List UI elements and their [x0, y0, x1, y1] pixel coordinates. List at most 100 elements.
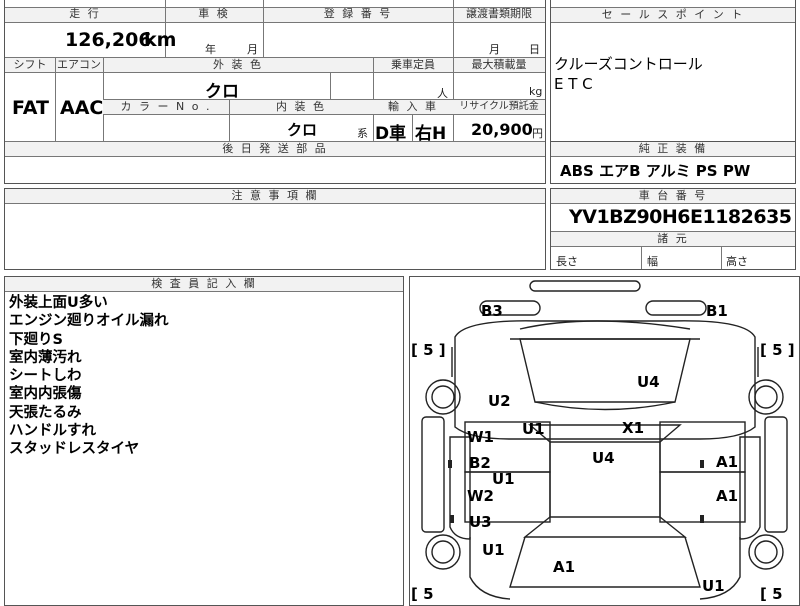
car-diagram: [ 5 ] [ 5 ] [ 5 [ 5 B3 B1 U4 U2 U1 X1 W1… — [411, 280, 795, 603]
tire-mark: [ 5 ] — [760, 341, 795, 359]
aircon-value: AAC — [60, 97, 104, 119]
damage-code: U1 — [492, 470, 515, 488]
aircon-header: エアコン — [55, 58, 103, 73]
wheel-front-left-inner — [431, 540, 455, 564]
width-label: 幅 — [647, 255, 658, 268]
wheel-rear-right — [748, 379, 784, 415]
interior-color-value: クロ — [287, 121, 318, 139]
exterior-color-label: 外 装 色 — [213, 58, 263, 71]
inspector-header: 検 査 員 記 入 欄 — [5, 277, 403, 292]
selling-point-item: E T C — [554, 75, 593, 93]
right-skirt — [764, 416, 788, 533]
genuine-equipment-panel: 純 正 装 備 ABS エアB アルミ PS PW — [550, 141, 796, 184]
inspector-note: ハンドルすれ — [9, 423, 96, 440]
damage-code: U1 — [702, 577, 725, 595]
inspector-note: 室内内張傷 — [9, 386, 82, 403]
damage-code: U4 — [592, 449, 615, 467]
max-load-unit: kg — [529, 85, 543, 98]
chassis-label: 車 台 番 号 — [638, 189, 708, 202]
max-load-header: 最大積載量 — [453, 58, 545, 73]
left-skirt — [421, 416, 445, 533]
registration-label: 登 録 番 号 — [323, 7, 393, 20]
damage-code: B2 — [469, 454, 491, 472]
later-parts-label: 後 日 発 送 部 品 — [222, 142, 328, 155]
import-label: 輸 入 車 — [388, 100, 438, 113]
recycle-unit: 円 — [532, 127, 543, 140]
dimensions-label: 諸 元 — [657, 232, 689, 245]
car-diagram-panel: [ 5 ] [ 5 ] [ 5 [ 5 B3 B1 U4 U2 U1 X1 W1… — [409, 276, 800, 606]
mileage-unit: km — [144, 29, 177, 51]
rear-glass-outline — [519, 338, 691, 403]
interior-color-header: 内 装 色 — [229, 100, 373, 115]
transfer-day-unit: 日 — [529, 43, 540, 56]
max-load-label: 最大積載量 — [471, 58, 527, 71]
inspector-note: 室内薄汚れ — [9, 349, 82, 366]
chassis-number: YV1BZ90H6E1182635 — [569, 206, 792, 228]
rear-window-line — [519, 320, 691, 330]
aircon-label: エアコン — [57, 58, 101, 71]
registration-header: 登 録 番 号 — [263, 7, 453, 23]
transfer-docs-label: 譲渡書類期限 — [466, 7, 532, 20]
damage-code: U1 — [482, 541, 505, 559]
right-handle-mark — [700, 460, 704, 468]
damage-code: W2 — [467, 487, 494, 505]
inspector-notes-list: 外装上面U多い エンジン廻りオイル漏れ 下廻りS 室内薄汚れ シートしわ 室内内… — [9, 294, 169, 459]
wheel-front-right-inner — [754, 540, 778, 564]
vehicle-info-table: 走 行 車 検 登 録 番 号 譲渡書類期限 126,206 km 年 月 月 … — [4, 0, 546, 184]
later-parts-header: 後 日 発 送 部 品 — [5, 142, 545, 157]
windshield-top — [523, 516, 687, 538]
notes-label: 注 意 事 項 欄 — [231, 189, 319, 202]
roof-rear-line — [534, 401, 676, 411]
top-bar-outline — [529, 280, 641, 292]
shift-header: シフト — [5, 58, 55, 73]
damage-code: A1 — [553, 558, 575, 576]
inspector-label: 検 査 員 記 入 欄 — [151, 277, 257, 290]
mileage-header: 走 行 — [5, 7, 165, 23]
left-handle-mark-2 — [450, 515, 454, 523]
capacity-label: 乗車定員 — [391, 58, 435, 71]
genuine-label: 純 正 装 備 — [638, 142, 708, 155]
capacity-header: 乗車定員 — [373, 58, 453, 73]
tire-mark: [ 5 ] — [411, 341, 446, 359]
color-no-label: カ ラ ー N o . — [120, 100, 212, 113]
shift-value: FAT — [12, 97, 49, 119]
damage-code: X1 — [622, 419, 644, 437]
mileage-label: 走 行 — [69, 7, 101, 20]
shaken-month-unit: 月 — [247, 43, 258, 56]
shaken-year-unit: 年 — [205, 43, 216, 56]
length-label: 長さ — [556, 255, 578, 268]
wheel-rear-right-inner — [754, 385, 778, 409]
chassis-header: 車 台 番 号 — [551, 189, 795, 204]
wheel-front-left — [425, 534, 461, 570]
exterior-color-header: 外 装 色 — [103, 58, 373, 73]
height-label: 高さ — [726, 255, 748, 268]
transfer-month-unit: 月 — [489, 43, 500, 56]
dimensions-header: 諸 元 — [551, 232, 795, 247]
shift-label: シフト — [13, 58, 47, 71]
damage-code: A1 — [716, 453, 738, 471]
damage-code: U1 — [522, 420, 545, 438]
notes-panel: 注 意 事 項 欄 — [4, 188, 546, 270]
selling-points-label: セ ー ル ス ポ イ ン ト — [601, 8, 745, 21]
shaken-header: 車 検 — [165, 7, 263, 23]
wheel-front-right — [748, 534, 784, 570]
inspector-panel: 検 査 員 記 入 欄 外装上面U多い エンジン廻りオイル漏れ 下廻りS 室内薄… — [4, 276, 404, 606]
right-handle-mark-2 — [700, 515, 704, 523]
selling-point-item: クルーズコントロール — [554, 55, 703, 73]
inspector-note: 天張たるみ — [9, 404, 82, 421]
mileage-value: 126,206 — [65, 29, 152, 51]
right-side-outline — [739, 436, 761, 540]
inspector-note: シートしわ — [9, 368, 82, 385]
transfer-docs-header: 譲渡書類期限 — [453, 7, 545, 23]
interior-color-suffix: 系 — [357, 127, 368, 140]
recycle-label: リサイクル預託金 — [459, 101, 539, 112]
left-handle-mark — [448, 460, 452, 468]
tire-mark: [ 5 — [760, 585, 783, 603]
recycle-value: 20,900 — [471, 120, 533, 139]
inspector-note: スタッドレスタイヤ — [9, 441, 140, 458]
notes-header: 注 意 事 項 欄 — [5, 189, 545, 204]
interior-color-label: 内 装 色 — [276, 100, 326, 113]
damage-code: B1 — [706, 302, 728, 320]
damage-code: U2 — [488, 392, 511, 410]
inspector-note: エンジン廻りオイル漏れ — [9, 313, 169, 330]
